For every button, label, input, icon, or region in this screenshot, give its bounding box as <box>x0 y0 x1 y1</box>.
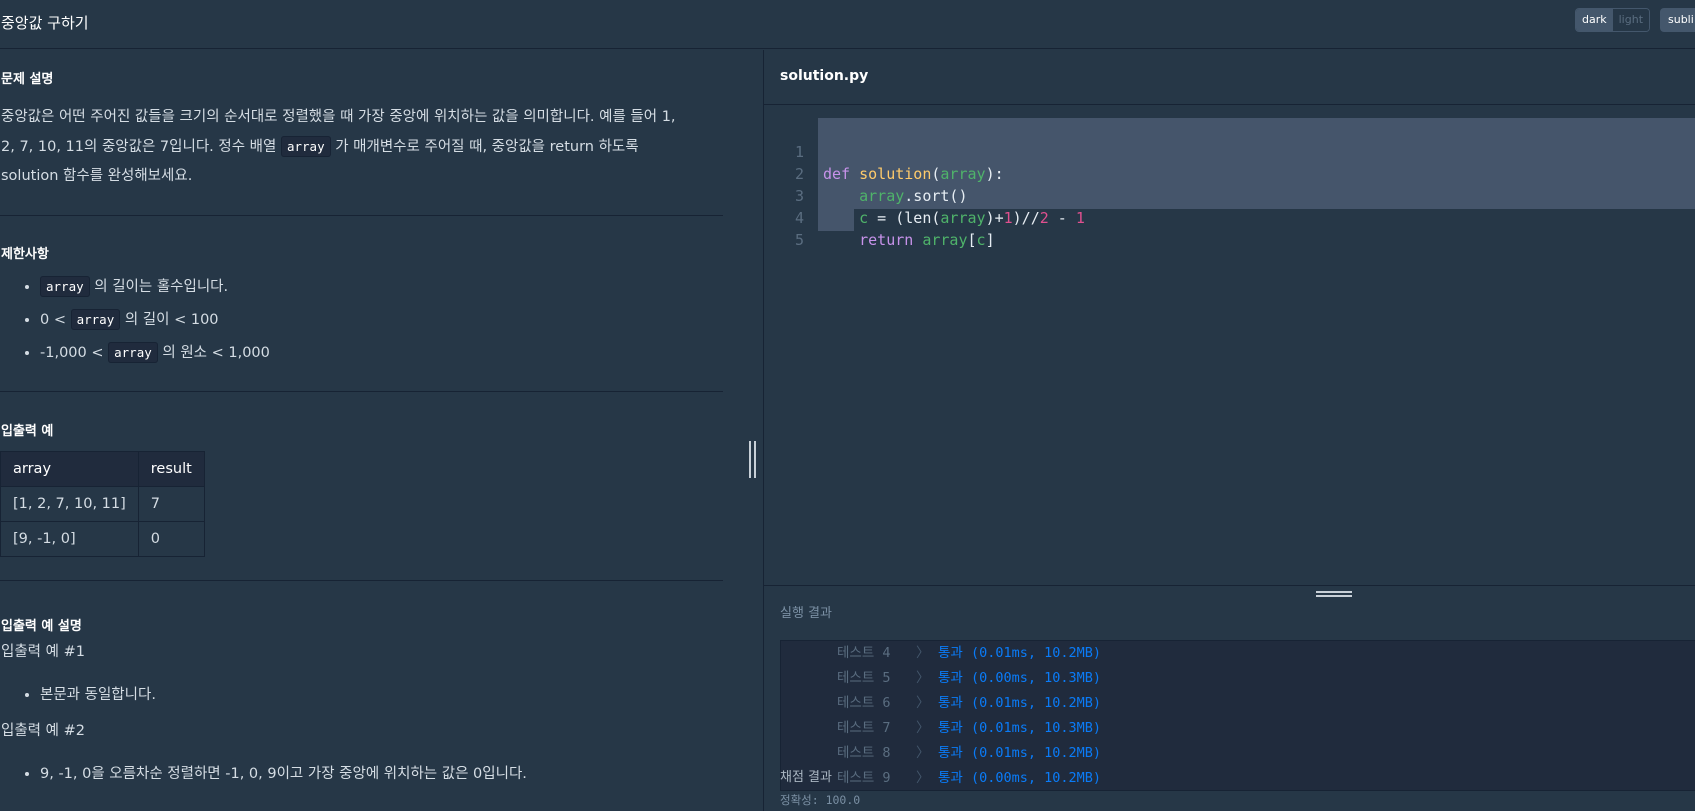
grip-line <box>749 441 751 478</box>
problem-pane: 문제 설명 중앙값은 어떤 주어진 값들을 크기의 순서대로 정렬했을 때 가장… <box>0 50 723 811</box>
code-editor[interactable]: 1 def solution(array): 2 array.sort() 3 … <box>764 105 1695 585</box>
accuracy-text: 정확성: 100.0 <box>780 793 861 807</box>
list-item: -1,000 < array 의 원소 < 1,000 <box>40 336 270 369</box>
io-example-table: array result [1, 2, 7, 10, 11] 7 [9, -1,… <box>0 451 205 557</box>
page-title: 중앙값 구하기 <box>1 14 89 32</box>
section-divider <box>0 391 723 392</box>
column-header: array <box>0 451 139 487</box>
list-item: array 의 길이는 홀수입니다. <box>40 270 270 303</box>
table-cell: 7 <box>137 486 205 522</box>
problem-description: 중앙값은 어떤 주어진 값들을 크기의 순서대로 정렬했을 때 가장 중앙에 위… <box>1 103 691 191</box>
editor-pane: solution.py 1 def solution(array): 2 arr… <box>763 50 1695 811</box>
pane-resize-handle[interactable] <box>748 441 760 478</box>
table-header-row: array result <box>0 451 205 487</box>
grip-line <box>1316 595 1352 597</box>
results-divider <box>764 585 1695 586</box>
inline-code: array <box>280 136 331 157</box>
results-console[interactable]: 테스트 4 〉 통과 (0.01ms, 10.2MB) 테스트 5 〉 통과 (0.00… <box>780 640 1695 791</box>
code-line: 4 return array[c] <box>764 185 1695 249</box>
table-row: [9, -1, 0] 0 <box>0 521 205 557</box>
code-line: 5 <box>764 207 1695 249</box>
section-divider <box>0 580 723 581</box>
section-divider <box>0 215 723 216</box>
line-number: 5 <box>794 231 804 249</box>
code-line: 2 array.sort() <box>764 141 1695 205</box>
example-2-list: 9, -1, 0을 오름차순 정렬하면 -1, 0, 9이고 가장 중앙에 위치… <box>0 758 527 791</box>
list-item: 본문과 동일합니다. <box>40 679 156 712</box>
table-cell: [1, 2, 7, 10, 11] <box>0 486 139 522</box>
top-bar: 중앙값 구하기 dark light subli <box>0 0 1695 49</box>
io-example-heading: 입출력 예 <box>1 424 54 439</box>
constraints-heading: 제한사항 <box>1 247 49 262</box>
list-item: 9, -1, 0을 오름차순 정렬하면 -1, 0, 9이고 가장 중앙에 위치… <box>40 758 527 791</box>
results-heading: 실행 결과 <box>780 606 832 621</box>
table-cell: [9, -1, 0] <box>0 521 139 557</box>
example-2-title: 입출력 예 #2 <box>1 723 85 739</box>
theme-light-button[interactable]: light <box>1612 9 1650 31</box>
table-cell: 0 <box>137 521 205 557</box>
inline-code: array <box>70 309 121 330</box>
code-line: 3 c = (len(array)+1)//2 - 1 <box>764 163 1695 227</box>
code-line: 1 def solution(array): <box>764 119 1695 183</box>
constraints-list: array 의 길이는 홀수입니다. 0 < array 의 길이 < 100 … <box>0 270 270 369</box>
column-header: result <box>137 451 205 487</box>
theme-toggle: dark light <box>1575 8 1651 32</box>
example-1-title: 입출력 예 #1 <box>1 644 85 660</box>
list-item: 0 < array 의 길이 < 100 <box>40 303 270 336</box>
grade-heading: 채점 결과 <box>780 770 832 785</box>
grip-line <box>754 441 756 478</box>
example-1-list: 본문과 동일합니다. <box>0 679 156 712</box>
grip-line <box>1316 591 1352 593</box>
editor-mode-button[interactable]: subli <box>1660 8 1695 32</box>
theme-dark-button[interactable]: dark <box>1576 9 1613 31</box>
inline-code: array <box>108 342 158 363</box>
file-tab[interactable]: solution.py <box>780 68 868 84</box>
results-resize-handle[interactable] <box>1316 588 1352 600</box>
problem-heading: 문제 설명 <box>1 72 54 87</box>
table-row: [1, 2, 7, 10, 11] 7 <box>0 486 205 522</box>
inline-code: array <box>40 276 90 297</box>
io-explanation-heading: 입출력 예 설명 <box>1 619 82 634</box>
